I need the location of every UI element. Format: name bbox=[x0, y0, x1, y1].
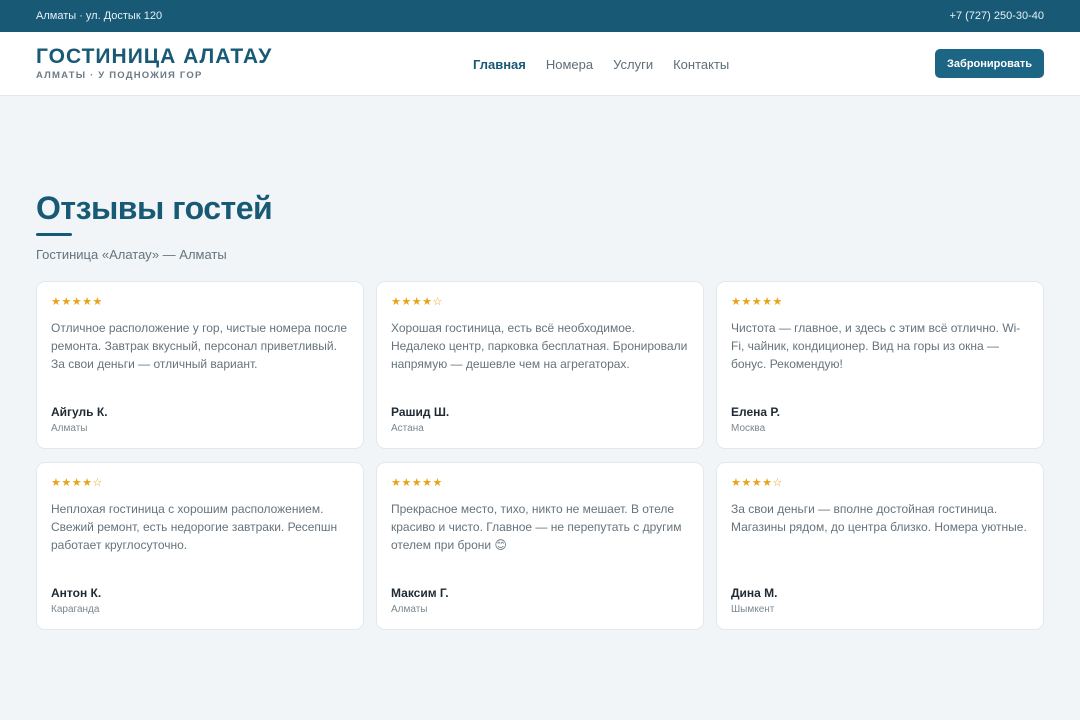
review-city: Караганда bbox=[51, 604, 100, 615]
page-title: Отзывы гостей bbox=[36, 190, 273, 226]
page-subtitle: Гостиница «Алатау» — Алматы bbox=[36, 247, 227, 262]
top-info-bar: Алматы · ул. Достык 120 +7 (727) 250-30-… bbox=[0, 0, 1080, 32]
review-city: Шымкент bbox=[731, 604, 775, 615]
reviews-grid: ★★★★★ Отличное расположение у гор, чисты… bbox=[36, 281, 1044, 630]
nav-item-contacts[interactable]: Контакты bbox=[673, 57, 729, 72]
review-author: Айгуль К. bbox=[51, 405, 108, 419]
book-button[interactable]: Забронировать bbox=[935, 49, 1044, 78]
nav-item-rooms[interactable]: Номера bbox=[546, 57, 593, 72]
review-author: Дина М. bbox=[731, 586, 778, 600]
review-text: Хорошая гостиница, есть всё необходимое.… bbox=[391, 321, 688, 371]
brand-name: ГОСТИНИЦА АЛАТАУ bbox=[36, 45, 273, 68]
review-card: ★★★★★ Прекрасное место, тихо, никто не м… bbox=[376, 462, 704, 630]
rating-stars: ★★★★★ bbox=[51, 296, 103, 308]
brand-tagline: АЛМАТЫ · У ПОДНОЖИЯ ГОР bbox=[36, 70, 203, 81]
rating-stars: ★★★★★ bbox=[731, 296, 783, 308]
main-nav: Главная Номера Услуги Контакты bbox=[473, 32, 729, 96]
review-card: ★★★★☆ Хорошая гостиница, есть всё необхо… bbox=[376, 281, 704, 449]
phone-text[interactable]: +7 (727) 250-30-40 bbox=[950, 10, 1044, 22]
review-author: Рашид Ш. bbox=[391, 405, 450, 419]
review-author: Максим Г. bbox=[391, 586, 449, 600]
review-text: Чистота — главное, и здесь с этим всё от… bbox=[731, 321, 1021, 371]
review-text: За свои деньги — вполне достойная гостин… bbox=[731, 502, 1027, 534]
review-text: Неплохая гостиница с хорошим расположени… bbox=[51, 502, 338, 552]
review-card: ★★★★★ Чистота — главное, и здесь с этим … bbox=[716, 281, 1044, 449]
rating-stars: ★★★★☆ bbox=[391, 296, 443, 308]
review-card: ★★★★☆ Неплохая гостиница с хорошим распо… bbox=[36, 462, 364, 630]
rating-stars: ★★★★☆ bbox=[731, 477, 783, 489]
title-underline bbox=[36, 233, 72, 236]
review-city: Алматы bbox=[51, 423, 88, 434]
nav-item-services[interactable]: Услуги bbox=[613, 57, 653, 72]
address-text: Алматы · ул. Достык 120 bbox=[36, 10, 163, 22]
review-card: ★★★★★ Отличное расположение у гор, чисты… bbox=[36, 281, 364, 449]
review-city: Астана bbox=[391, 423, 424, 434]
rating-stars: ★★★★★ bbox=[391, 477, 443, 489]
review-card: ★★★★☆ За свои деньги — вполне достойная … bbox=[716, 462, 1044, 630]
rating-stars: ★★★★☆ bbox=[51, 477, 103, 489]
review-author: Елена Р. bbox=[731, 405, 780, 419]
reviews-section: Отзывы гостей Гостиница «Алатау» — Алмат… bbox=[0, 189, 1080, 630]
site-header: ГОСТИНИЦА АЛАТАУ АЛМАТЫ · У ПОДНОЖИЯ ГОР… bbox=[0, 32, 1080, 96]
review-author: Антон К. bbox=[51, 586, 102, 600]
nav-item-home[interactable]: Главная bbox=[473, 57, 526, 72]
review-text: Отличное расположение у гор, чистые номе… bbox=[51, 321, 348, 371]
review-city: Москва bbox=[731, 423, 766, 434]
review-city: Алматы bbox=[391, 604, 428, 615]
brand-logo[interactable]: ГОСТИНИЦА АЛАТАУ АЛМАТЫ · У ПОДНОЖИЯ ГОР bbox=[36, 45, 273, 82]
review-text: Прекрасное место, тихо, никто не мешает.… bbox=[391, 502, 682, 552]
